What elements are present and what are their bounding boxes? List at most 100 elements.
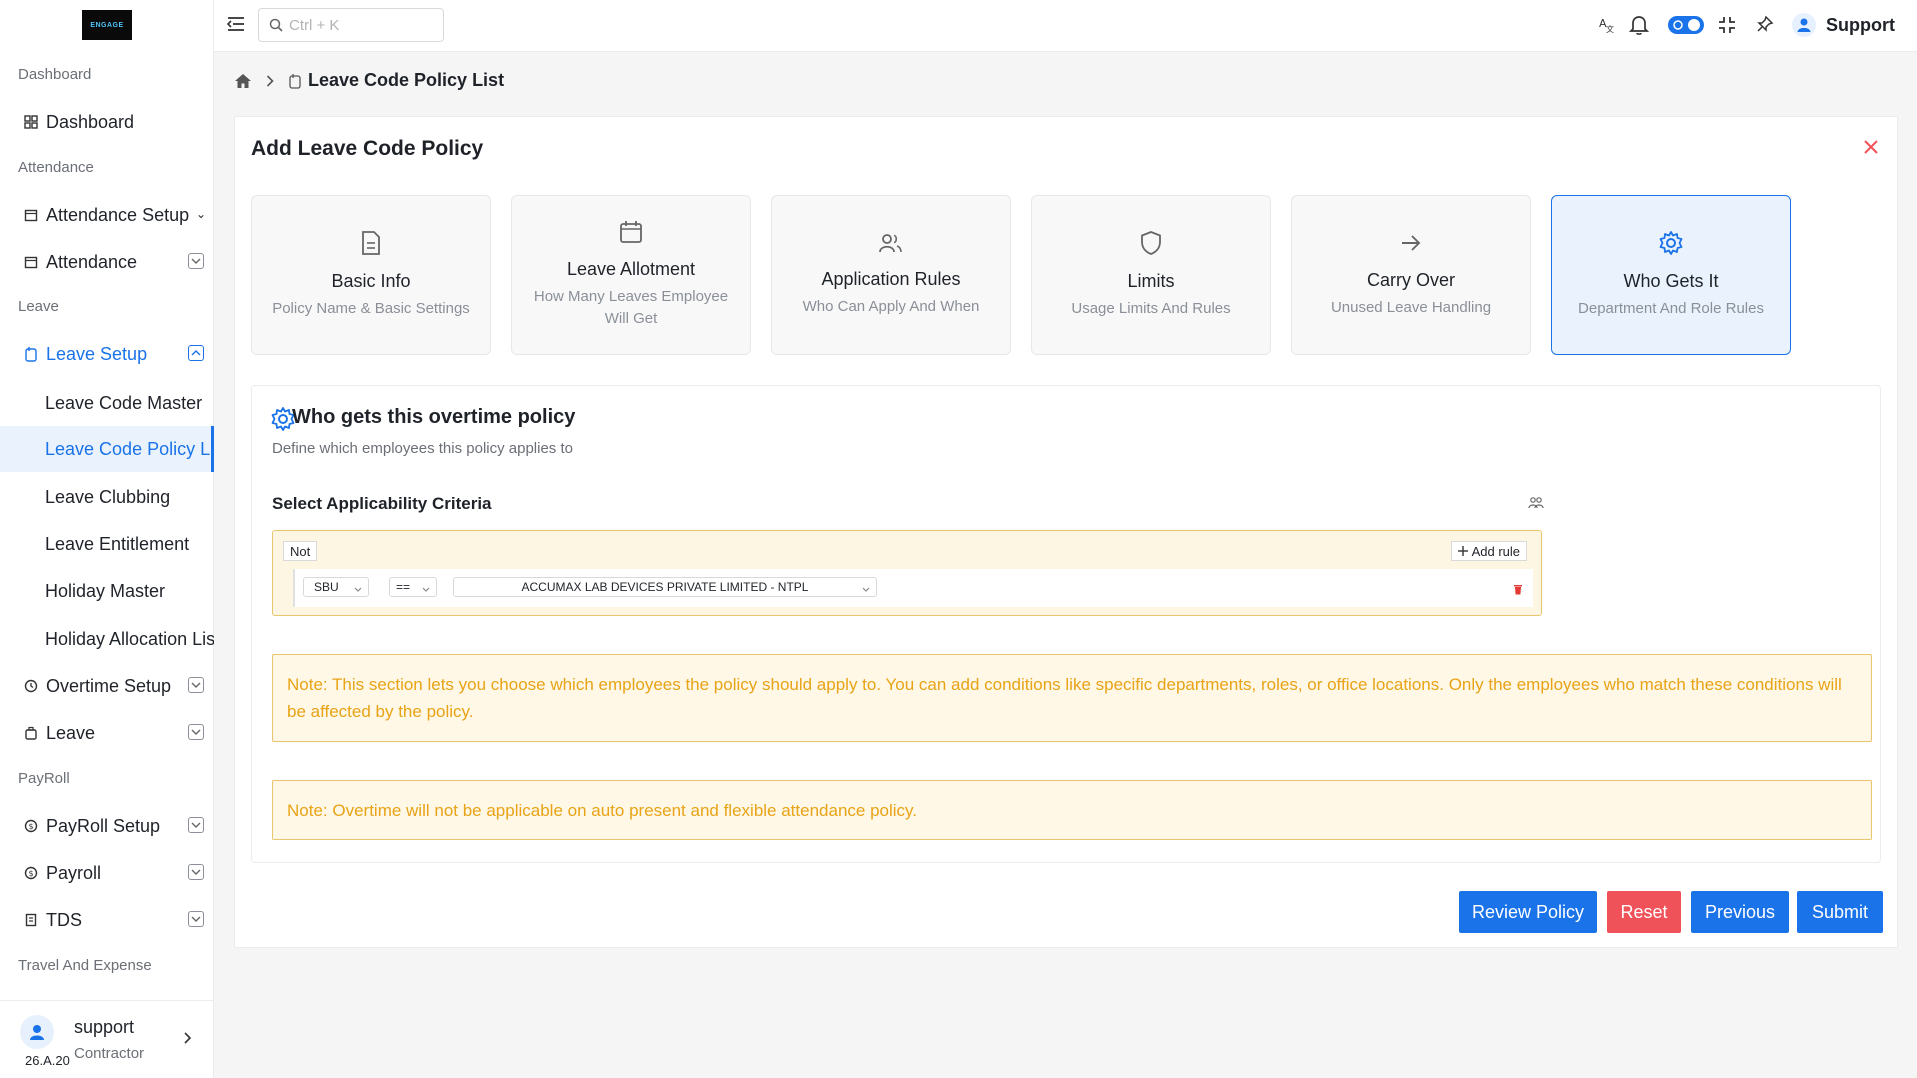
arrow-right-icon	[1399, 231, 1423, 260]
users-icon	[878, 232, 904, 259]
chevron-up-icon[interactable]	[188, 345, 204, 361]
breadcrumb-current: Leave Code Policy List	[308, 70, 505, 90]
svg-text:$: $	[28, 869, 33, 878]
rule-operator-select[interactable]: ==	[389, 577, 437, 597]
sidebar-subitem-holiday-master[interactable]: Holiday Master	[0, 568, 214, 614]
home-icon[interactable]	[234, 73, 252, 89]
pin-icon[interactable]	[1756, 15, 1774, 33]
chevron-down-icon: ⌄	[195, 207, 206, 221]
step-basic-info[interactable]: Basic Info Policy Name & Basic Settings	[251, 195, 491, 355]
breadcrumb: Leave Code Policy List	[234, 70, 504, 91]
chevron-right-icon[interactable]	[184, 1031, 192, 1049]
section-travel-expense: Travel And Expense	[18, 957, 152, 974]
chevron-down-icon[interactable]	[188, 677, 204, 693]
step-limits[interactable]: Limits Usage Limits And Rules	[1031, 195, 1271, 355]
sidebar-subitem-holiday-allocation-list[interactable]: Holiday Allocation List	[0, 616, 214, 662]
calendar-edit-icon	[20, 208, 42, 222]
close-icon[interactable]	[1863, 139, 1879, 160]
chevron-down-icon[interactable]	[188, 253, 204, 269]
breadcrumb-separator-icon	[266, 74, 274, 87]
leave-setup-icon	[20, 346, 42, 362]
svg-text:文: 文	[1606, 24, 1614, 34]
sidebar-item-leave[interactable]: Leave	[0, 711, 214, 755]
sidebar-item-dashboard[interactable]: Dashboard	[0, 100, 214, 144]
reset-button[interactable]: Reset	[1607, 891, 1681, 933]
sidebar-item-overtime-setup[interactable]: Overtime Setup	[0, 664, 214, 708]
bell-icon[interactable]	[1629, 14, 1649, 36]
gear-icon	[1658, 230, 1684, 261]
briefcase-icon	[20, 726, 42, 740]
chevron-down-icon	[354, 582, 362, 596]
add-policy-card: Add Leave Code Policy Basic Info Policy …	[234, 116, 1898, 948]
chevron-down-icon[interactable]	[188, 817, 204, 833]
chevron-down-icon[interactable]	[188, 911, 204, 927]
trash-icon[interactable]	[1513, 582, 1523, 600]
app-logo[interactable]: ENGAGE	[82, 10, 132, 40]
chevron-down-icon[interactable]	[188, 724, 204, 740]
sidebar-item-leave-setup[interactable]: Leave Setup	[0, 332, 214, 376]
calendar-icon	[20, 255, 42, 269]
rule-value-select[interactable]: ACCUMAX LAB DEVICES PRIVATE LIMITED - NT…	[453, 577, 877, 597]
shield-icon	[1140, 230, 1162, 261]
sidebar-subitem-leave-clubbing[interactable]: Leave Clubbing	[0, 474, 214, 520]
money-icon: $	[20, 819, 42, 833]
criteria-label: Select Applicability Criteria	[272, 494, 492, 513]
dollar-icon: $	[20, 866, 42, 880]
query-builder: Not Add rule SBU == ACCUMAX LAB DEVICES …	[272, 530, 1542, 616]
step-carry-over[interactable]: Carry Over Unused Leave Handling	[1291, 195, 1531, 355]
section-dashboard: Dashboard	[18, 66, 92, 83]
user-profile[interactable]: support Contractor 26.A.20	[0, 1000, 214, 1078]
section-attendance: Attendance	[18, 159, 94, 176]
clock-icon	[20, 679, 42, 693]
step-leave-allotment[interactable]: Leave Allotment How Many Leaves Employee…	[511, 195, 751, 355]
avatar	[20, 1015, 54, 1049]
section-subtitle: Define which employees this policy appli…	[272, 440, 573, 457]
sidebar-item-attendance-setup[interactable]: Attendance Setup ⌄	[0, 193, 214, 237]
sidebar-subitem-leave-code-policy-list[interactable]: Leave Code Policy List	[0, 426, 214, 472]
rule-field-select[interactable]: SBU	[303, 577, 369, 597]
page-title: Add Leave Code Policy	[251, 137, 484, 160]
user-name: support	[74, 1017, 135, 1037]
sidebar-subitem-leave-code-master[interactable]: Leave Code Master	[0, 380, 214, 426]
top-bar: Ctrl + K A文 Support	[214, 0, 1917, 52]
group-users-icon[interactable]	[1528, 496, 1544, 515]
section-title: Who gets this overtime policy	[292, 406, 576, 428]
sidebar-subitem-leave-entitlement[interactable]: Leave Entitlement	[0, 521, 214, 567]
menu-toggle-icon[interactable]	[226, 15, 246, 33]
add-rule-button[interactable]: Add rule	[1450, 541, 1527, 561]
not-toggle-button[interactable]: Not	[283, 541, 318, 561]
sidebar-item-attendance[interactable]: Attendance	[0, 240, 214, 284]
user-role: Contractor	[74, 1045, 145, 1062]
translate-icon[interactable]: A文	[1597, 16, 1615, 34]
sidebar: ENGAGE Dashboard Dashboard Attendance At…	[0, 0, 214, 1078]
receipt-icon	[20, 913, 42, 927]
sidebar-item-payroll[interactable]: $ Payroll	[0, 851, 214, 895]
svg-text:$: $	[28, 822, 33, 831]
leave-setup-icon	[288, 73, 302, 89]
plus-icon	[1457, 546, 1468, 556]
search-input[interactable]: Ctrl + K	[258, 8, 444, 42]
applicability-section: Who gets this overtime policy Define whi…	[251, 385, 1881, 863]
sidebar-item-tds[interactable]: TDS	[0, 898, 214, 942]
chevron-down-icon[interactable]	[188, 864, 204, 880]
submit-button[interactable]: Submit	[1797, 891, 1883, 933]
user-avatar-icon[interactable]	[1792, 13, 1816, 37]
document-icon	[360, 230, 382, 261]
search-icon	[269, 18, 283, 32]
overtime-note: Note: Overtime will not be applicable on…	[272, 780, 1872, 840]
review-policy-button[interactable]: Review Policy	[1459, 891, 1597, 933]
fullscreen-icon[interactable]	[1717, 15, 1737, 35]
user-menu-label[interactable]: Support	[1826, 15, 1895, 36]
theme-toggle[interactable]	[1667, 15, 1705, 35]
previous-button[interactable]: Previous	[1691, 891, 1789, 933]
step-application-rules[interactable]: Application Rules Who Can Apply And When	[771, 195, 1011, 355]
chevron-down-icon	[862, 582, 870, 596]
rule-row: SBU == ACCUMAX LAB DEVICES PRIVATE LIMIT…	[293, 569, 1533, 607]
grid-icon	[20, 115, 42, 129]
app-version: 26.A.20	[25, 1053, 70, 1068]
step-who-gets-it[interactable]: Who Gets It Department And Role Rules	[1551, 195, 1791, 355]
sidebar-item-payroll-setup[interactable]: $ PayRoll Setup	[0, 804, 214, 848]
calendar-icon	[619, 220, 643, 249]
section-payroll: PayRoll	[18, 770, 70, 787]
chevron-down-icon	[422, 582, 430, 596]
